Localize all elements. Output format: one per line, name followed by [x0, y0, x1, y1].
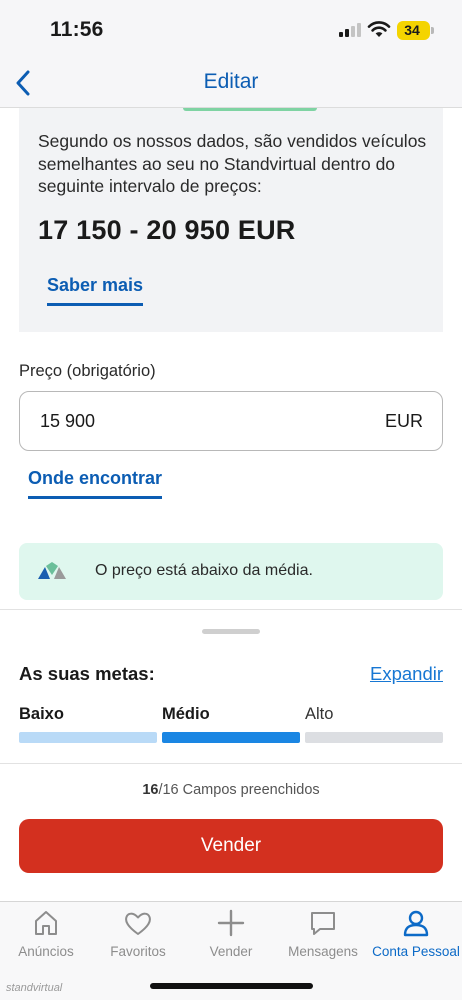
level-high-bar	[305, 732, 443, 743]
home-indicator[interactable]	[150, 983, 313, 989]
heart-icon	[125, 912, 151, 935]
chat-bubble-icon	[311, 912, 335, 935]
sell-button[interactable]: Vender	[19, 819, 443, 873]
level-medium-label: Médio	[162, 705, 210, 723]
home-icon	[35, 911, 57, 935]
learn-more-link[interactable]: Saber mais	[47, 275, 144, 306]
level-medium-bar	[162, 732, 300, 743]
level-high-label: Alto	[305, 705, 334, 723]
tab-listings[interactable]: Anúncios	[0, 908, 92, 968]
nav-header: Editar	[0, 58, 462, 108]
tab-label: Conta Pessoal	[372, 944, 460, 959]
edit-listing-screen: 11:56 34 Editar Segundo os nossos dados,…	[0, 0, 462, 1000]
sheet-grabber[interactable]	[202, 629, 260, 634]
tab-label: Favoritos	[110, 944, 166, 959]
tab-label: Vender	[209, 944, 253, 959]
price-input-value[interactable]: 15 900	[40, 411, 95, 432]
status-time: 11:56	[50, 18, 104, 41]
price-range-card: Segundo os nossos dados, são vendidos ve…	[19, 108, 443, 332]
tab-messages[interactable]: Mensagens	[277, 908, 369, 968]
fields-total-text: /16 Campos preenchidos	[158, 782, 320, 798]
tab-account[interactable]: Conta Pessoal	[370, 908, 462, 968]
battery-cap	[431, 27, 434, 34]
tab-favorites[interactable]: Favoritos	[92, 908, 184, 968]
price-indicator-banner: O preço está abaixo da média.	[19, 543, 443, 600]
price-label: Preço (obrigatório)	[19, 362, 156, 380]
fields-completed: 16/16 Campos preenchidos	[0, 782, 462, 798]
where-to-find-link[interactable]: Onde encontrar	[28, 468, 163, 499]
plus-icon	[217, 909, 245, 937]
badge-edge	[183, 108, 317, 111]
user-icon	[403, 910, 429, 937]
goals-title: As suas metas:	[19, 663, 155, 684]
price-gauge-icon	[38, 562, 66, 579]
level-low-label: Baixo	[19, 705, 64, 723]
expand-link[interactable]: Expandir	[370, 663, 443, 685]
wifi-icon	[367, 21, 391, 37]
price-indicator-text: O preço está abaixo da média.	[95, 562, 313, 579]
battery-icon: 34	[397, 21, 430, 40]
status-bar: 11:56 34	[0, 0, 462, 58]
price-range-value: 17 150 - 20 950 EUR	[38, 215, 296, 245]
tab-label: Mensagens	[288, 944, 358, 959]
price-input[interactable]: 15 900 EUR	[19, 391, 443, 451]
price-range-description: Segundo os nossos dados, são vendidos ve…	[38, 131, 427, 196]
cellular-signal-icon	[339, 23, 361, 37]
page-title: Editar	[203, 70, 259, 93]
battery-level: 34	[404, 22, 420, 38]
divider	[0, 763, 462, 764]
tab-sell[interactable]: Vender	[185, 908, 277, 968]
fields-filled-count: 16	[142, 782, 159, 798]
watermark: standvirtual	[6, 982, 63, 994]
price-currency: EUR	[384, 411, 423, 431]
level-low-bar	[19, 732, 157, 743]
tab-label: Anúncios	[18, 944, 74, 959]
divider	[0, 609, 462, 610]
